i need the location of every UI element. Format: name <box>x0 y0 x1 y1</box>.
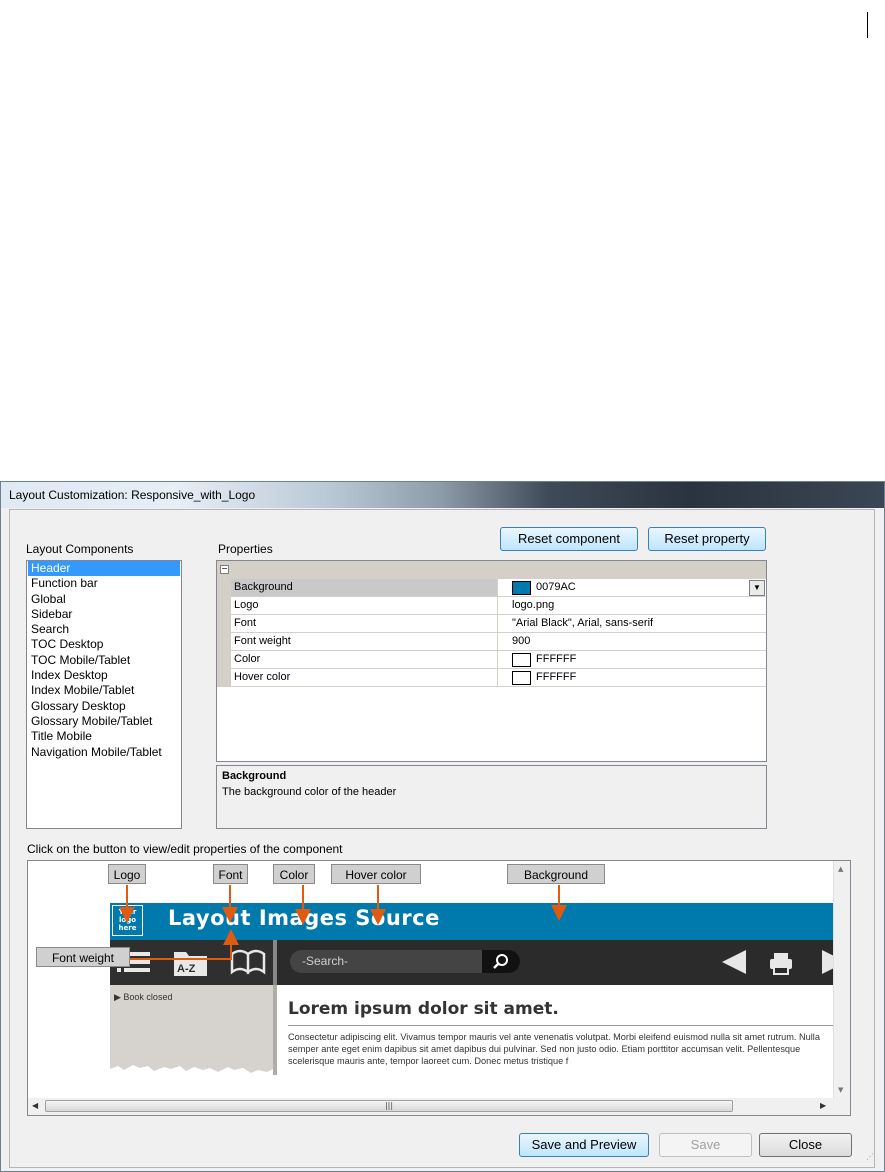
preview-content-text: Consectetur adipiscing elit. Vivamus tem… <box>288 1032 820 1066</box>
save-and-preview-button[interactable]: Save and Preview <box>519 1133 649 1157</box>
property-value-text: FFFFFF <box>536 671 577 683</box>
description-text: The background color of the header <box>222 786 397 798</box>
property-value-text: FFFFFF <box>536 653 577 665</box>
property-row[interactable]: Color FFFFFF <box>231 651 766 669</box>
window-title: Layout Customization: Responsive_with_Lo… <box>9 488 256 502</box>
dropdown-arrow-icon[interactable]: ▼ <box>749 580 765 596</box>
preview-logo-button[interactable]: Logo <box>108 864 146 884</box>
resize-grip-icon[interactable]: ⋰ <box>866 1152 874 1161</box>
property-description-panel: Background The background color of the h… <box>216 765 767 829</box>
property-row[interactable]: Logo logo.png <box>231 597 766 615</box>
component-item[interactable]: Header <box>28 561 180 577</box>
property-name: Font <box>234 617 257 629</box>
component-item[interactable]: TOC Desktop <box>28 637 180 652</box>
collapse-icon[interactable]: − <box>220 565 229 574</box>
book-closed-label: Book closed <box>123 992 173 1002</box>
property-name: Font weight <box>234 635 291 647</box>
properties-label: Properties <box>218 542 273 556</box>
scroll-down-icon[interactable]: ▼ <box>838 1086 843 1094</box>
description-title: Background <box>222 770 287 782</box>
component-item[interactable]: Glossary Desktop <box>28 699 180 714</box>
property-value[interactable]: "Arial Black", Arial, sans-serif <box>497 615 766 632</box>
preview-font-weight-button[interactable]: Font weight <box>36 947 130 967</box>
component-item[interactable]: Index Mobile/Tablet <box>28 683 180 698</box>
title-bar[interactable]: Layout Customization: Responsive_with_Lo… <box>1 482 884 508</box>
page-margin-bar <box>867 12 868 38</box>
property-value-text: logo.png <box>512 599 555 611</box>
property-value-text: "Arial Black", Arial, sans-serif <box>512 617 654 629</box>
component-item[interactable]: TOC Mobile/Tablet <box>28 653 180 668</box>
preview-content: Lorem ipsum dolor sit amet. Consectetur … <box>287 985 834 1075</box>
color-swatch <box>512 653 531 667</box>
preview-color-button[interactable]: Color <box>273 864 315 884</box>
reset-component-button[interactable]: Reset component <box>500 527 638 551</box>
property-name: Hover color <box>234 671 291 683</box>
preview-horizontal-scrollbar[interactable]: ◀ ||| ▶ <box>28 1098 834 1115</box>
property-grid-gutter <box>217 579 231 687</box>
property-grid: − Background 0079AC ▼ Logo logo.png Font "Aria… <box>216 560 767 762</box>
property-row[interactable]: Background 0079AC ▼ <box>231 579 766 597</box>
property-row[interactable]: Font "Arial Black", Arial, sans-serif <box>231 615 766 633</box>
preview-content-heading: Lorem ipsum dolor sit amet. <box>288 999 559 1019</box>
property-value[interactable]: 0079AC ▼ <box>497 579 766 596</box>
property-value[interactable]: FFFFFF <box>497 651 766 668</box>
component-item[interactable]: Search <box>28 622 180 637</box>
layout-preview: Your logo here Layout Images Source A-Z … <box>27 860 851 1116</box>
component-item[interactable]: Global <box>28 592 180 607</box>
save-button[interactable]: Save <box>659 1133 752 1157</box>
scroll-up-icon[interactable]: ▲ <box>838 865 843 873</box>
property-name: Logo <box>234 599 259 611</box>
property-row[interactable]: Font weight 900 <box>231 633 766 651</box>
component-item[interactable]: Function bar <box>28 576 180 591</box>
color-swatch <box>512 671 531 685</box>
component-item[interactable]: Sidebar <box>28 607 180 622</box>
property-name: Color <box>234 653 261 665</box>
component-item[interactable]: Glossary Mobile/Tablet <box>28 714 180 729</box>
preview-divider <box>273 985 277 1075</box>
torn-edge <box>110 1065 273 1075</box>
layout-components-label: Layout Components <box>26 542 134 556</box>
component-item[interactable]: Navigation Mobile/Tablet <box>28 745 180 760</box>
property-name: Background <box>234 581 293 593</box>
preview-font-button[interactable]: Font <box>213 864 248 884</box>
preview-instruction: Click on the button to view/edit propert… <box>27 842 343 856</box>
close-button[interactable]: Close <box>759 1133 852 1157</box>
horizontal-scroll-thumb[interactable]: ||| <box>45 1100 733 1112</box>
property-category-header[interactable]: − <box>217 561 766 579</box>
property-row[interactable]: Hover color FFFFFF <box>231 669 766 687</box>
layout-components-list[interactable]: Header Function bar Global Sidebar Search TOC… <box>26 560 182 829</box>
preview-sidebar-book: ▶ Book closed <box>114 992 173 1002</box>
callout-arrows <box>119 885 567 960</box>
content-rule <box>288 1025 834 1026</box>
scrollbar-corner <box>834 1098 850 1115</box>
preview-background-button[interactable]: Background <box>507 864 605 884</box>
scroll-right-icon[interactable]: ▶ <box>820 1101 826 1110</box>
preview-vertical-scrollbar[interactable]: ▲ ▼ <box>833 861 850 1098</box>
component-item[interactable]: Title Mobile <box>28 729 180 744</box>
scroll-left-icon[interactable]: ◀ <box>32 1101 38 1110</box>
color-swatch <box>512 581 531 595</box>
component-item[interactable]: Index Desktop <box>28 668 180 683</box>
reset-property-button[interactable]: Reset property <box>648 527 766 551</box>
preview-hover-color-button[interactable]: Hover color <box>331 864 421 884</box>
property-value[interactable]: FFFFFF <box>497 669 766 686</box>
property-value-text: 0079AC <box>536 581 576 593</box>
property-value-text: 900 <box>512 635 531 647</box>
property-value[interactable]: 900 <box>497 633 766 650</box>
preview-sidebar[interactable]: ▶ Book closed <box>110 985 273 1075</box>
property-value[interactable]: logo.png <box>497 597 766 614</box>
